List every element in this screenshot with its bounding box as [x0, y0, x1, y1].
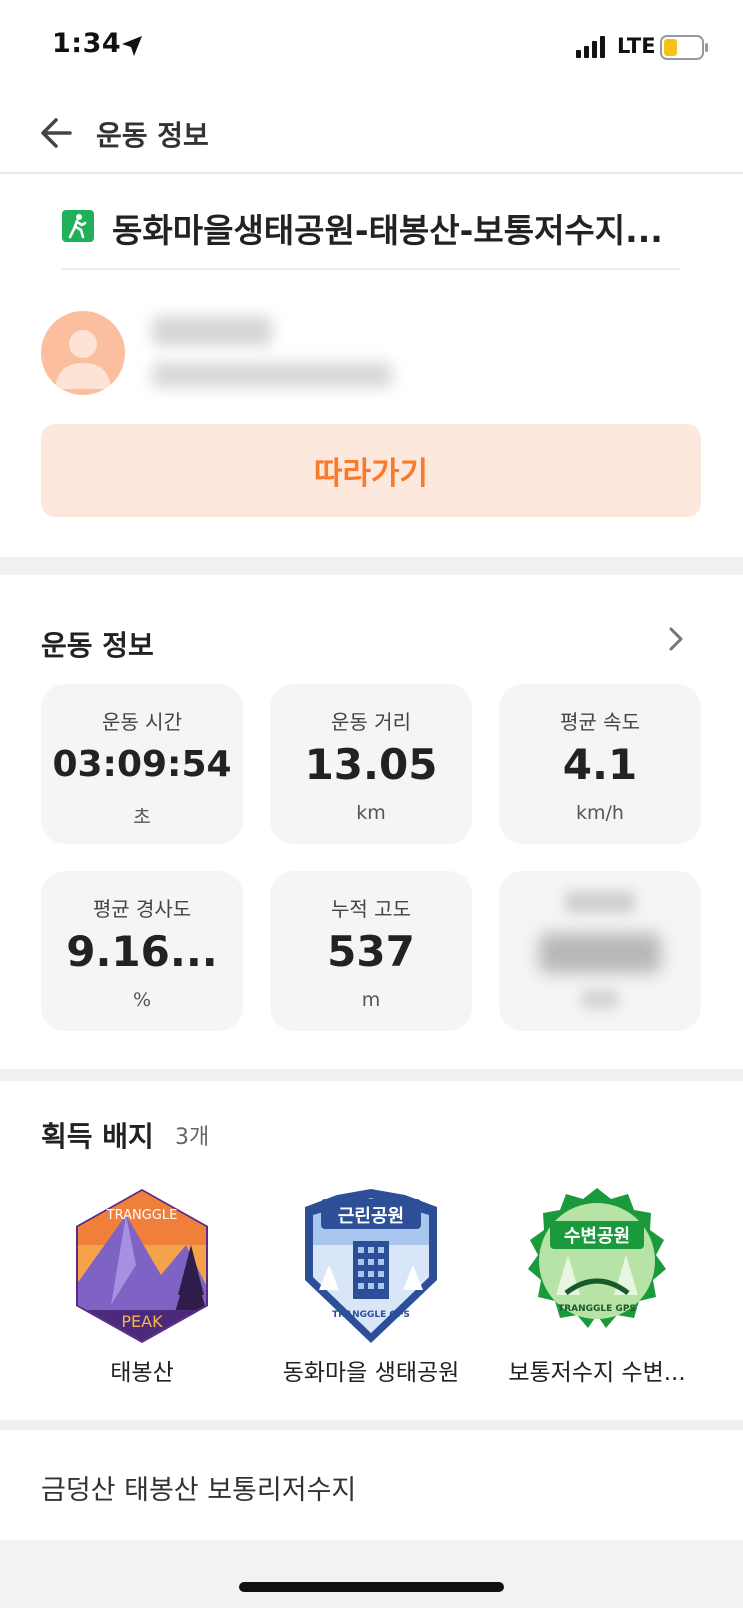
redacted-value	[539, 933, 661, 973]
stat-value: 4.1	[562, 740, 638, 789]
stat-card-distance: 운동 거리 13.05 km	[270, 684, 472, 844]
stat-unit: km	[356, 802, 386, 824]
cellular-signal-icon	[576, 36, 605, 58]
badges-count: 3개	[175, 1125, 210, 1150]
back-arrow-icon[interactable]	[36, 112, 78, 154]
badge-item[interactable]: 수변공원 TRANGGLE GPS 보통저수지 수변...	[482, 1185, 712, 1395]
battery-icon	[660, 35, 708, 60]
status-bar: 1:34 LTE	[0, 0, 743, 92]
network-type: LTE	[617, 34, 656, 58]
badge-text-top: TRANGGLE	[106, 1208, 178, 1223]
stat-value: 9.16...	[66, 927, 218, 976]
section-divider	[0, 1069, 743, 1081]
section-divider	[0, 557, 743, 575]
mountain-peak-badge-icon: TRANGGLE PEAK	[76, 1189, 208, 1343]
badge-text-bottom: PEAK	[121, 1312, 163, 1331]
badge-text-top: 근린공원	[338, 1206, 404, 1227]
neighborhood-park-badge-icon: 근린공원 TRANGGLE GPS	[305, 1189, 437, 1343]
stat-card-avg-speed: 평균 속도 4.1 km/h	[499, 684, 701, 844]
badge-text-top: 수변공원	[564, 1226, 630, 1247]
stat-unit: 초	[133, 806, 151, 828]
stat-card-elevation-gain: 누적 고도 537 m	[270, 871, 472, 1031]
stat-label: 운동 거리	[331, 710, 411, 734]
redacted-label	[565, 891, 635, 913]
section-divider	[0, 1420, 743, 1430]
badge-item[interactable]: TRANGGLE PEAK 태봉산	[27, 1185, 257, 1395]
stats-section-title: 운동 정보	[41, 629, 154, 662]
stat-value: 03:09:54	[52, 744, 232, 785]
hiking-icon	[62, 210, 94, 242]
follow-button[interactable]: 따라가기	[41, 424, 701, 517]
badge-name: 보통저수지 수변...	[508, 1360, 686, 1386]
stat-value: 13.05	[304, 740, 438, 789]
waterside-park-badge-icon: 수변공원 TRANGGLE GPS	[528, 1188, 666, 1328]
stat-unit: m	[361, 989, 381, 1011]
stat-card-redacted	[499, 871, 701, 1031]
person-icon	[55, 330, 111, 389]
stat-card-duration: 운동 시간 03:09:54 초	[41, 684, 243, 844]
user-date-redacted	[152, 362, 392, 388]
stat-label: 평균 속도	[560, 710, 640, 734]
chevron-right-icon[interactable]	[664, 624, 688, 654]
stat-card-avg-slope: 평균 경사도 9.16... %	[41, 871, 243, 1031]
stat-unit: %	[132, 989, 152, 1011]
app-header: 운동 정보	[0, 92, 743, 174]
redacted-unit	[581, 989, 619, 1009]
badges-section-title: 획득 배지	[41, 1120, 154, 1153]
stat-label: 누적 고도	[331, 897, 411, 921]
badge-text-bottom: TRANGGLE GPS	[332, 1310, 410, 1320]
badge-item[interactable]: 근린공원 TRANGGLE GPS 동화마을 생태공원	[256, 1185, 486, 1395]
stat-label: 평균 경사도	[92, 897, 192, 921]
activity-title: 동화마을생태공원-태봉산-보통저수지...	[112, 211, 663, 250]
activity-title-row: 동화마을생태공원-태봉산-보통저수지...	[62, 190, 680, 270]
stat-unit: km/h	[576, 802, 624, 824]
activity-memo: 금덩산 태봉산 보통리저수지	[41, 1475, 357, 1506]
page-title: 운동 정보	[96, 119, 209, 152]
location-arrow-icon	[122, 36, 142, 56]
avatar[interactable]	[41, 311, 125, 395]
badge-name: 동화마을 생태공원	[282, 1360, 460, 1386]
stat-label: 운동 시간	[102, 710, 182, 734]
badge-name: 태봉산	[110, 1360, 174, 1386]
home-indicator[interactable]	[239, 1582, 504, 1592]
stat-value: 537	[327, 927, 415, 976]
bottom-area	[0, 1540, 743, 1608]
badge-text-bottom: TRANGGLE GPS	[558, 1304, 636, 1314]
user-name-redacted	[152, 316, 272, 346]
status-time: 1:34	[52, 28, 122, 59]
